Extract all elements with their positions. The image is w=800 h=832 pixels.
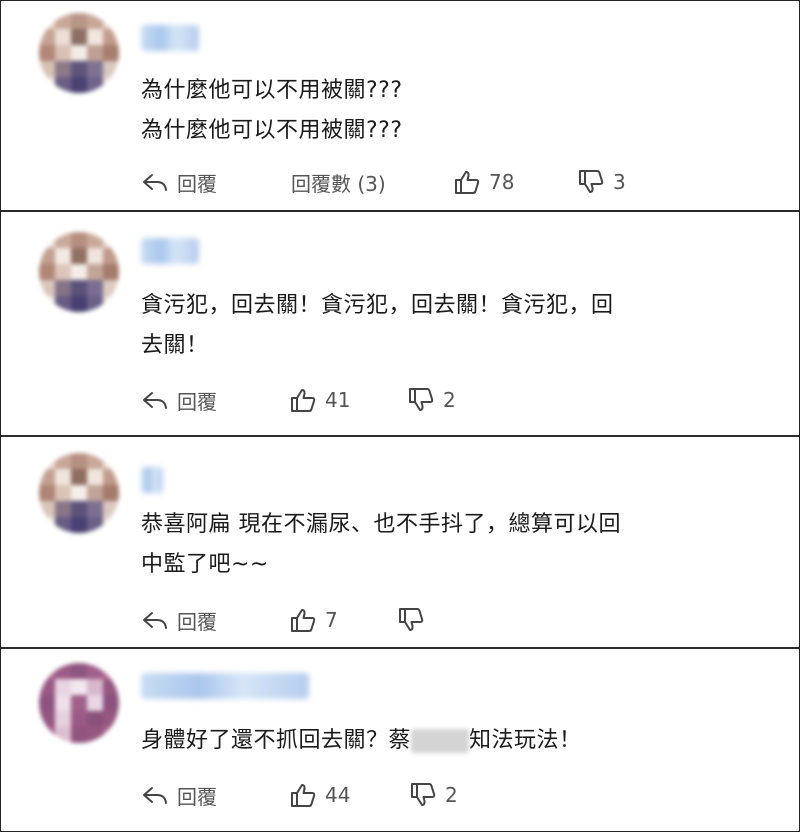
comment-line: 恭喜阿扁 現在不漏尿、也不手抖了，總算可以回 xyxy=(141,512,621,537)
dislike-button[interactable]: 3 xyxy=(577,169,626,195)
thumbs-up-icon xyxy=(291,389,316,412)
comment-actions: 回覆 44 2 xyxy=(141,780,458,810)
reply-arrow-icon xyxy=(143,392,167,409)
dislike-button[interactable]: 2 xyxy=(409,782,458,808)
thumbs-up-icon xyxy=(291,609,316,632)
thumbs-up-icon xyxy=(455,171,480,194)
comment-line: 去關！ xyxy=(141,333,209,358)
reply-button[interactable]: 回覆 xyxy=(141,386,289,415)
comment-text-start: 身體好了還不抓回去關？蔡 xyxy=(141,728,412,753)
comment-line: 為什麼他可以不用被關??? xyxy=(141,78,403,103)
username[interactable] xyxy=(141,467,163,493)
dislike-count: 2 xyxy=(445,783,458,807)
dislike-button[interactable]: 2 xyxy=(407,387,456,413)
view-replies-button[interactable]: 回覆數 (3) xyxy=(291,168,453,197)
reply-button[interactable]: 回覆 xyxy=(141,606,289,635)
reply-arrow-icon xyxy=(143,612,167,629)
avatar[interactable] xyxy=(39,232,119,312)
comment-line: 中監了吧~~ xyxy=(141,552,269,577)
dislike-count: 3 xyxy=(613,170,626,194)
username[interactable] xyxy=(141,25,199,51)
like-count: 7 xyxy=(325,608,338,632)
dislike-count: 2 xyxy=(443,388,456,412)
like-count: 78 xyxy=(489,170,515,194)
reply-label: 回覆 xyxy=(177,609,217,634)
reply-label: 回覆 xyxy=(177,784,217,809)
comment-line: 貪污犯，回去關！貪污犯，回去關！貪污犯，回 xyxy=(141,293,614,318)
comment-item: 恭喜阿扁 現在不漏尿、也不手抖了，總算可以回 中監了吧~~ 回覆 7 xyxy=(1,437,799,649)
like-button[interactable]: 78 xyxy=(453,169,577,195)
thumbs-up-icon xyxy=(291,784,316,807)
comment-text-end: 知法玩法！ xyxy=(469,728,582,753)
reply-arrow-icon xyxy=(143,174,167,191)
avatar[interactable] xyxy=(39,663,119,743)
comment-text: 恭喜阿扁 現在不漏尿、也不手抖了，總算可以回 中監了吧~~ xyxy=(141,505,761,585)
comment-actions: 回覆 回覆數 (3) 78 3 xyxy=(141,167,626,197)
comment-actions: 回覆 41 2 xyxy=(141,385,456,415)
comment-line: 為什麼他可以不用被關??? xyxy=(141,118,403,143)
comment-item: 為什麼他可以不用被關??? 為什麼他可以不用被關??? 回覆 回覆數 (3) 78… xyxy=(1,1,799,212)
comment-item: 身體好了還不抓回去關？蔡 知法玩法！ 回覆 44 2 xyxy=(1,649,799,831)
reply-button[interactable]: 回覆 xyxy=(141,781,289,810)
comment-text: 貪污犯，回去關！貪污犯，回去關！貪污犯，回 去關！ xyxy=(141,286,761,366)
like-button[interactable]: 44 xyxy=(289,782,409,808)
reply-label: 回覆 xyxy=(177,389,217,414)
like-button[interactable]: 7 xyxy=(289,607,397,633)
reply-arrow-icon xyxy=(143,787,167,804)
like-count: 44 xyxy=(325,783,351,807)
like-count: 41 xyxy=(325,388,351,412)
thumbs-down-icon xyxy=(399,608,424,631)
comment-text: 身體好了還不抓回去關？蔡 知法玩法！ xyxy=(141,721,761,761)
reply-button[interactable]: 回覆 xyxy=(141,168,291,197)
thumbs-down-icon xyxy=(411,783,436,806)
comment-text: 為什麼他可以不用被關??? 為什麼他可以不用被關??? xyxy=(141,71,761,151)
thumbs-down-icon xyxy=(409,388,434,411)
comment-thread: 為什麼他可以不用被關??? 為什麼他可以不用被關??? 回覆 回覆數 (3) 78… xyxy=(0,0,800,832)
redacted-name xyxy=(411,729,470,753)
avatar[interactable] xyxy=(39,13,119,93)
thumbs-down-icon xyxy=(579,170,604,193)
like-button[interactable]: 41 xyxy=(289,387,407,413)
comment-actions: 回覆 7 xyxy=(141,605,433,635)
comment-item: 貪污犯，回去關！貪污犯，回去關！貪污犯，回 去關！ 回覆 41 2 xyxy=(1,212,799,437)
username[interactable] xyxy=(141,238,199,264)
reply-count-label: 回覆數 (3) xyxy=(291,171,386,196)
reply-label: 回覆 xyxy=(177,171,217,196)
dislike-button[interactable] xyxy=(397,607,433,633)
username[interactable] xyxy=(141,673,309,699)
avatar[interactable] xyxy=(39,453,119,533)
